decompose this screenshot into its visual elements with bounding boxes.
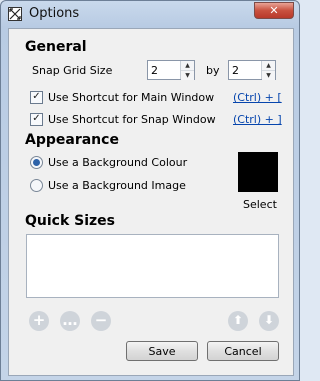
background-image-radio[interactable]	[30, 179, 43, 192]
snap-grid-x-arrows: ▲ ▼	[180, 61, 194, 80]
snap-grid-y-arrows: ▲ ▼	[261, 61, 275, 80]
increment-icon[interactable]: ▲	[181, 61, 194, 70]
general-heading: General	[25, 39, 87, 55]
edit-size-button[interactable]: …	[60, 311, 80, 331]
close-button[interactable]: ✕	[254, 2, 294, 19]
add-size-button[interactable]: +	[29, 311, 49, 331]
decrement-icon[interactable]: ▼	[181, 70, 194, 80]
snap-grid-x-stepper[interactable]: 2 ▲ ▼	[147, 60, 195, 80]
snap-grid-y-stepper[interactable]: 2 ▲ ▼	[228, 60, 276, 80]
decrement-icon[interactable]: ▼	[262, 70, 275, 80]
shortcut-snap-label: Use Shortcut for Snap Window	[48, 113, 216, 126]
remove-size-button[interactable]: −	[91, 311, 111, 331]
title-bar[interactable]: Options ✕	[1, 1, 299, 27]
quick-sizes-list[interactable]	[26, 234, 279, 298]
shortcut-snap-checkbox[interactable]: ✓	[30, 113, 43, 126]
shortcut-snap-key-link[interactable]: (Ctrl) + ]	[233, 113, 282, 126]
window-title: Options	[29, 6, 80, 21]
shortcut-main-key-link[interactable]: (Ctrl) + [	[233, 91, 282, 104]
arrow-down-icon: ⬇	[263, 313, 275, 327]
move-up-button[interactable]: ⬆	[228, 311, 248, 331]
cancel-button[interactable]: Cancel	[207, 341, 279, 361]
select-colour-label[interactable]: Select	[243, 198, 277, 211]
background-colour-swatch[interactable]	[238, 152, 278, 192]
snap-grid-y-value: 2	[232, 64, 239, 77]
quick-sizes-heading: Quick Sizes	[25, 213, 116, 229]
minus-icon: −	[94, 311, 108, 329]
close-icon: ✕	[269, 4, 279, 17]
by-label: by	[206, 64, 220, 77]
appearance-heading: Appearance	[25, 132, 119, 148]
snap-grid-app-icon	[8, 7, 22, 21]
options-window: Options ✕ General Snap Grid Size 2 ▲ ▼ b…	[0, 0, 300, 381]
shortcut-main-label: Use Shortcut for Main Window	[48, 91, 215, 104]
snap-grid-label: Snap Grid Size	[32, 64, 113, 77]
save-button[interactable]: Save	[126, 341, 198, 361]
snap-grid-x-value: 2	[151, 64, 158, 77]
plus-icon: +	[32, 311, 46, 329]
background-colour-radio[interactable]	[30, 156, 43, 169]
ellipsis-icon: …	[62, 311, 78, 329]
background-image-label: Use a Background Image	[48, 179, 186, 192]
background-colour-label: Use a Background Colour	[48, 156, 188, 169]
options-panel: General Snap Grid Size 2 ▲ ▼ by 2 ▲ ▼ ✓ …	[8, 28, 294, 376]
increment-icon[interactable]: ▲	[262, 61, 275, 70]
shortcut-main-checkbox[interactable]: ✓	[30, 91, 43, 104]
move-down-button[interactable]: ⬇	[259, 311, 279, 331]
radio-selected-dot	[33, 159, 40, 166]
arrow-up-icon: ⬆	[232, 313, 244, 327]
